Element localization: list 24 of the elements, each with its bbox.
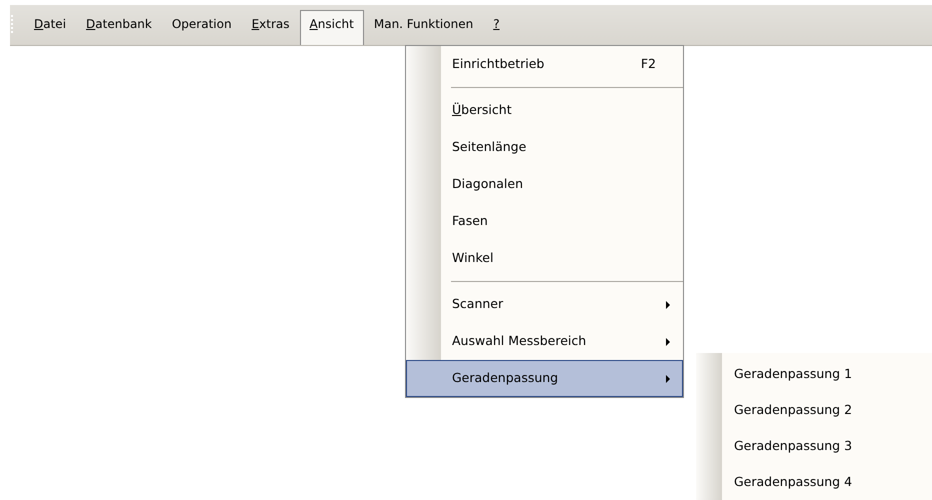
menu-item[interactable]: Datenbank — [76, 10, 162, 39]
menu-entry[interactable]: Scanner — [406, 286, 683, 323]
menu-entry[interactable]: Auswahl Messbereich — [406, 323, 683, 360]
menu-item[interactable]: Operation — [162, 10, 242, 39]
menu-entry[interactable]: Seitenlänge — [406, 129, 683, 166]
submenu-arrow-icon — [666, 338, 670, 346]
menu-entry[interactable]: Winkel — [406, 240, 683, 277]
menu-entry[interactable]: Geradenpassung 2 — [696, 392, 932, 428]
menu-item[interactable]: ? — [483, 10, 510, 39]
menu-item[interactable]: Extras — [242, 10, 300, 39]
submenu-arrow-icon — [666, 374, 670, 382]
menu-entry[interactable]: Geradenpassung 3 — [696, 428, 932, 464]
menu-entry[interactable]: Einrichtbetrieb F2 — [406, 46, 683, 83]
menu-item[interactable]: Man. Funktionen — [364, 10, 484, 39]
menu-item[interactable]: Ansicht — [300, 10, 364, 45]
submenu-arrow-icon — [666, 300, 670, 308]
menu-item[interactable]: Datei — [24, 10, 76, 39]
menu-entry[interactable]: Übersicht — [406, 92, 683, 129]
menu-entry[interactable]: Geradenpassung — [406, 360, 683, 397]
menu-entry[interactable]: Geradenpassung 4 — [696, 464, 932, 500]
grip-icon — [10, 14, 14, 34]
menu-entry[interactable]: Fasen — [406, 203, 683, 240]
menu-entry[interactable]: Diagonalen — [406, 166, 683, 203]
menu-entry[interactable]: Geradenpassung 1 — [696, 356, 932, 392]
